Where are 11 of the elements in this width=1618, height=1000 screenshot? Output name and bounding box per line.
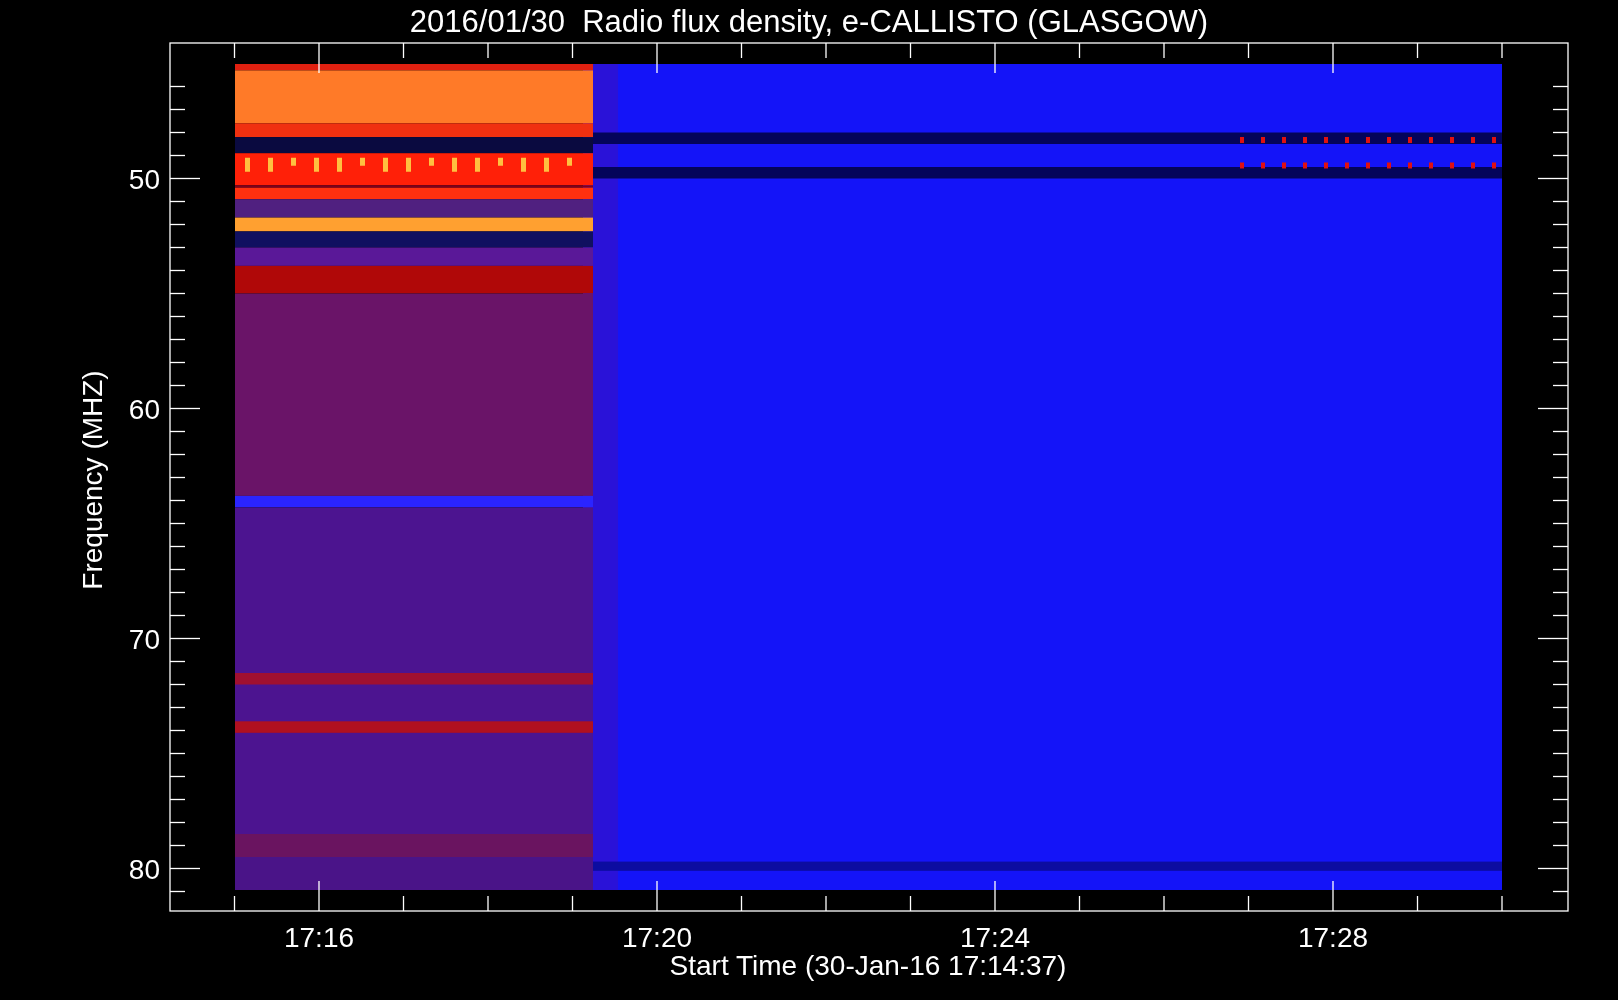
axis-label: Start Time (30-Jan-16 17:14:37) — [669, 950, 1067, 981]
tick-label: 17:16 — [283, 922, 355, 953]
axis-label: Frequency (MHZ) — [77, 370, 108, 590]
tick-label: 17:20 — [621, 922, 693, 953]
tick-label: 17:28 — [1297, 922, 1369, 953]
tick-label: 60 — [128, 393, 160, 425]
tick-label: 50 — [128, 163, 160, 195]
tick-label: 17:24 — [959, 922, 1031, 953]
chart-title: 2016/01/30 Radio flux density, e-CALLISTO (GLASGOW) — [409, 4, 1209, 39]
tick-label: 70 — [128, 623, 160, 655]
tick-label: 80 — [128, 853, 160, 885]
